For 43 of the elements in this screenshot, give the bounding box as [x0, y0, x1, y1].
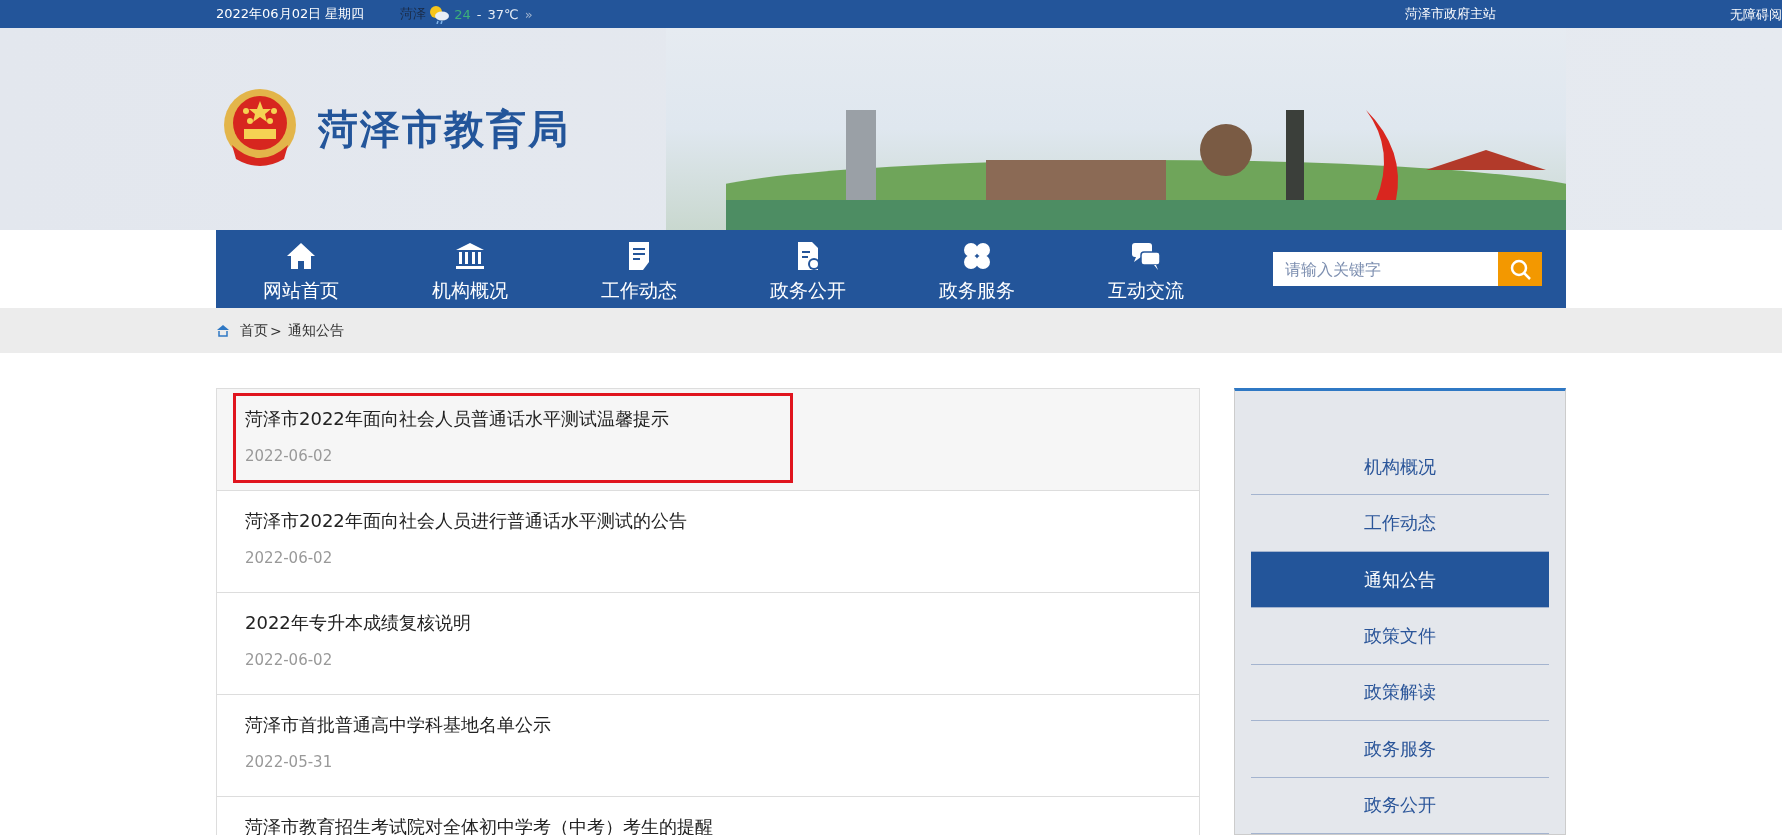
breadcrumb-link[interactable]: 首页 — [240, 321, 268, 340]
article-item[interactable]: 菏泽市首批普通高中学科基地名单公示 2022-05-31 — [217, 695, 1199, 797]
article-item[interactable]: 2022年专升本成绩复核说明 2022-06-02 — [217, 593, 1199, 695]
article-item[interactable]: 菏泽市2022年面向社会人员进行普通话水平测试的公告 2022-06-02 — [217, 491, 1199, 593]
article-item[interactable]: 菏泽市2022年面向社会人员普通话水平测试温馨提示 2022-06-02 — [217, 389, 1199, 491]
nav-link[interactable]: 工作动态 — [554, 230, 723, 308]
temperature-text: 24 — [454, 6, 471, 22]
nav-link[interactable]: 网站首页 — [216, 230, 385, 308]
article-date: 2022-06-02 — [245, 549, 334, 567]
city-text: 菏泽 — [400, 5, 427, 23]
sidebar-link[interactable]: 政务服务 — [1251, 721, 1549, 778]
date-text: 2022年06月02日 星期四 — [216, 5, 365, 23]
accessibility-link[interactable]: 无障碍阅 — [1730, 6, 1782, 24]
sidebar-link[interactable]: 政策文件 — [1251, 608, 1549, 665]
site-link[interactable]: 菏泽市政府主站 — [1405, 5, 1496, 23]
breadcrumb-separator: > — [270, 322, 282, 339]
article-title: 菏泽市首批普通高中学科基地名单公示 — [245, 713, 552, 737]
search-icon — [1509, 258, 1531, 280]
article-date: 2022-06-02 — [245, 447, 334, 465]
sidebar-link[interactable]: 工作动态 — [1251, 495, 1549, 552]
nav-link[interactable]: 互动交流 — [1061, 230, 1230, 308]
sidebar-link[interactable]: 机构概况 — [1251, 439, 1549, 496]
temperature-separator: - — [476, 6, 482, 22]
sidebar-link[interactable]: 政务公开 — [1251, 777, 1549, 834]
nav-link[interactable]: 政务服务 — [892, 230, 1061, 308]
article-date: 2022-05-31 — [245, 753, 334, 771]
article-title: 菏泽市2022年面向社会人员进行普通话水平测试的公告 — [245, 509, 688, 533]
nav-link[interactable]: 机构概况 — [385, 230, 554, 308]
nav-link[interactable]: 政务公开 — [723, 230, 892, 308]
more-link[interactable]: » — [524, 6, 533, 22]
home-icon — [216, 324, 230, 337]
search-button[interactable] — [1498, 252, 1542, 286]
article-title: 2022年专升本成绩复核说明 — [245, 611, 472, 635]
temperature-text: 37℃ — [487, 6, 519, 22]
weather-icon — [428, 4, 451, 24]
article-title: 菏泽市2022年面向社会人员普通话水平测试温馨提示 — [245, 407, 670, 431]
building-icon — [453, 240, 486, 272]
sidebar-link[interactable]: 政策解读 — [1251, 664, 1549, 722]
article-date: 2022-06-02 — [245, 651, 334, 669]
search-field[interactable]: 请输入关键字 — [1273, 252, 1498, 286]
site-title: 菏泽市教育局 — [318, 104, 570, 154]
breadcrumb-current: 通知公告 — [287, 321, 344, 340]
sidebar-link[interactable]: 通知公告 — [1251, 551, 1549, 609]
